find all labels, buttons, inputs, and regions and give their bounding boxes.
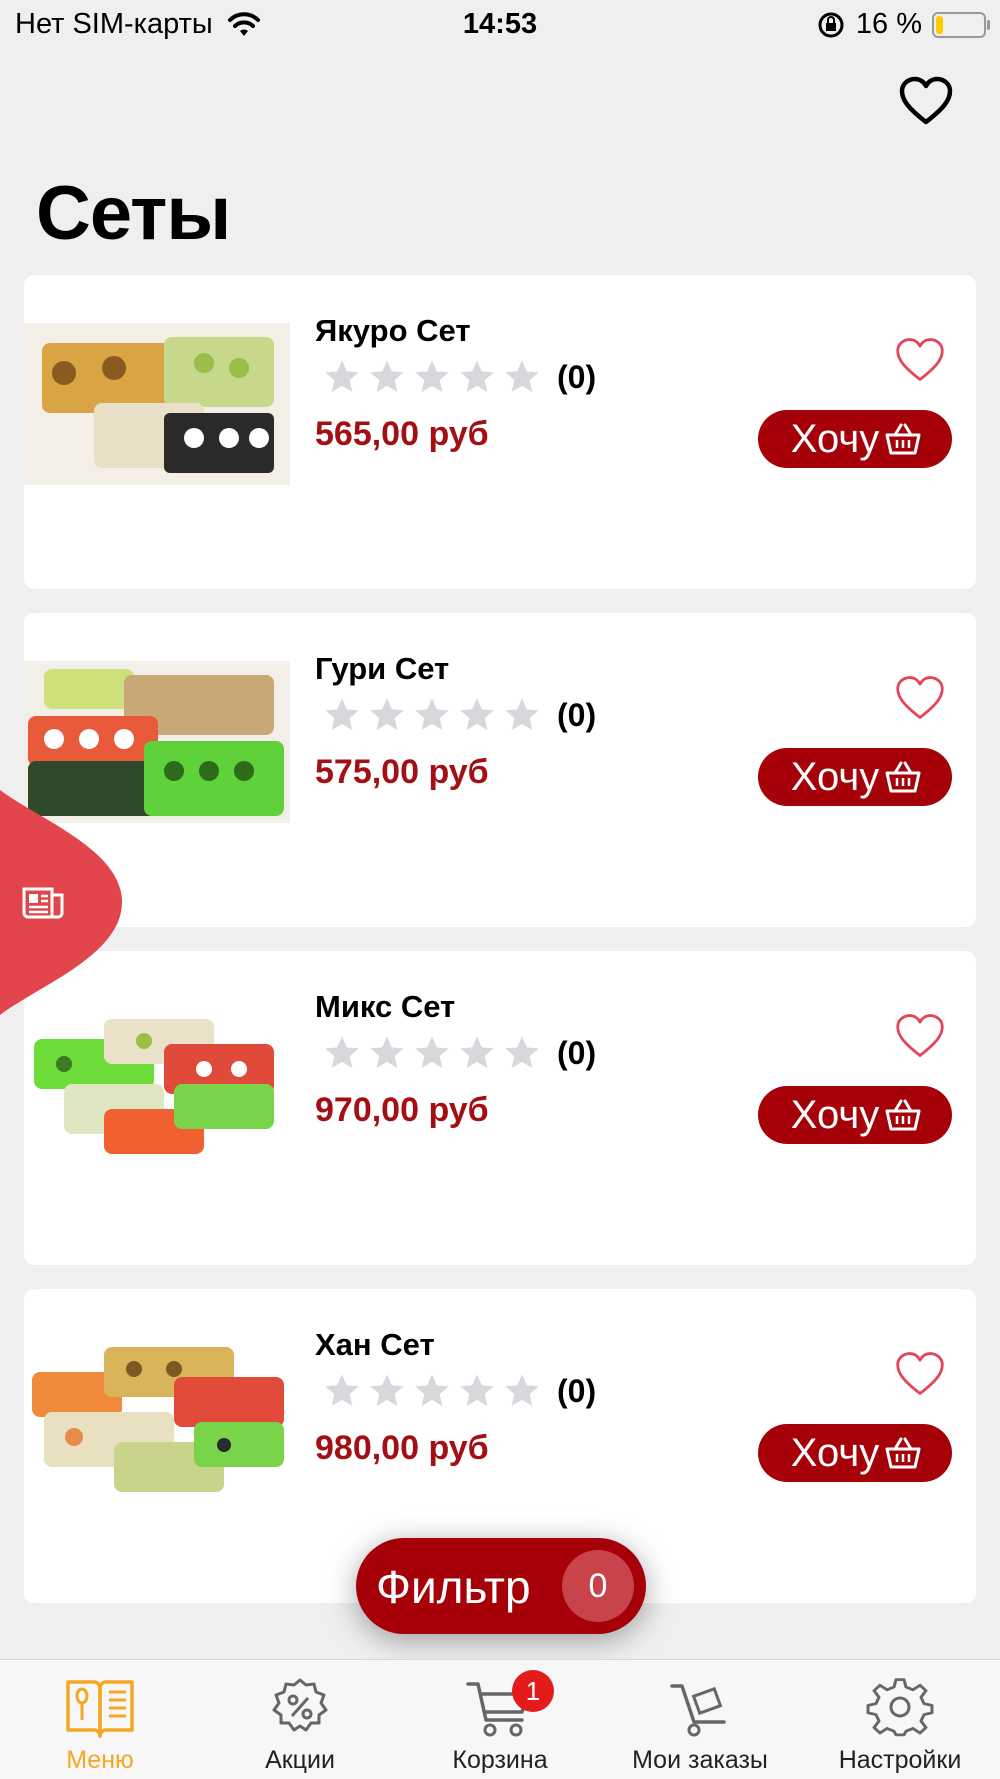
tab-menu[interactable]: Меню bbox=[0, 1660, 200, 1779]
discount-gear-icon bbox=[272, 1678, 328, 1732]
tab-cart-label: Корзина bbox=[452, 1746, 548, 1774]
add-to-cart-label: Хочу bbox=[790, 416, 880, 461]
basket-icon bbox=[885, 1099, 921, 1131]
tab-bar: Меню Акции 1 Корзина Мои заказы Настройк… bbox=[0, 1659, 1000, 1779]
favorites-heart-icon[interactable] bbox=[898, 76, 954, 126]
status-bar: Нет SIM-карты 14:53 16 % bbox=[0, 0, 1000, 52]
heart-icon[interactable] bbox=[894, 674, 946, 722]
product-image[interactable] bbox=[24, 999, 290, 1161]
product-name[interactable]: Якуро Сет bbox=[315, 313, 471, 349]
rating-stars[interactable]: (0) bbox=[322, 695, 596, 735]
basket-icon bbox=[885, 1437, 921, 1469]
product-card[interactable]: Микс Сет (0) 970,00 руб Хочу bbox=[24, 951, 976, 1265]
star-icon[interactable] bbox=[322, 357, 362, 397]
star-icon[interactable] bbox=[502, 1033, 542, 1073]
add-to-cart-button[interactable]: Хочу bbox=[758, 1424, 952, 1482]
star-icon[interactable] bbox=[322, 1371, 362, 1411]
star-icon[interactable] bbox=[367, 1371, 407, 1411]
add-to-cart-label: Хочу bbox=[790, 754, 880, 799]
basket-icon bbox=[885, 761, 921, 793]
product-name[interactable]: Гури Сет bbox=[315, 651, 449, 687]
product-price: 970,00 руб bbox=[315, 1091, 489, 1129]
rating-stars[interactable]: (0) bbox=[322, 357, 596, 397]
product-name[interactable]: Микс Сет bbox=[315, 989, 455, 1025]
heart-icon[interactable] bbox=[894, 1350, 946, 1398]
star-icon[interactable] bbox=[367, 1033, 407, 1073]
star-icon[interactable] bbox=[322, 1033, 362, 1073]
cart-badge: 1 bbox=[512, 1670, 554, 1712]
star-icon[interactable] bbox=[457, 1371, 497, 1411]
tab-my-orders[interactable]: Мои заказы bbox=[600, 1660, 800, 1779]
rating-stars[interactable]: (0) bbox=[322, 1371, 596, 1411]
product-name[interactable]: Хан Сет bbox=[315, 1327, 435, 1363]
tab-settings-label: Настройки bbox=[838, 1746, 962, 1774]
battery-level bbox=[936, 15, 943, 34]
star-icon[interactable] bbox=[367, 357, 407, 397]
star-icon[interactable] bbox=[502, 1371, 542, 1411]
star-icon[interactable] bbox=[412, 1033, 452, 1073]
tab-my-orders-label: Мои заказы bbox=[632, 1746, 768, 1774]
star-icon[interactable] bbox=[412, 1371, 452, 1411]
star-icon[interactable] bbox=[412, 357, 452, 397]
tab-promotions[interactable]: Акции bbox=[200, 1660, 400, 1779]
star-icon[interactable] bbox=[367, 695, 407, 735]
product-price: 575,00 руб bbox=[315, 753, 489, 791]
status-right: 16 % bbox=[816, 8, 990, 41]
battery-icon bbox=[932, 11, 990, 38]
add-to-cart-label: Хочу bbox=[790, 1092, 880, 1137]
product-price: 565,00 руб bbox=[315, 415, 489, 453]
star-icon[interactable] bbox=[502, 695, 542, 735]
star-icon[interactable] bbox=[322, 695, 362, 735]
rating-stars[interactable]: (0) bbox=[322, 1033, 596, 1073]
delivery-cart-icon bbox=[670, 1684, 726, 1737]
star-icon[interactable] bbox=[457, 695, 497, 735]
orientation-lock-icon bbox=[818, 12, 844, 37]
tab-promotions-label: Акции bbox=[265, 1746, 335, 1774]
heart-icon[interactable] bbox=[894, 336, 946, 384]
filter-label: Фильтр bbox=[376, 1561, 531, 1613]
page-title: Сеты bbox=[36, 171, 231, 256]
star-icon[interactable] bbox=[457, 357, 497, 397]
rating-count: (0) bbox=[557, 696, 597, 733]
filter-button[interactable]: Фильтр 0 bbox=[356, 1538, 646, 1634]
product-image[interactable] bbox=[24, 323, 290, 485]
product-card[interactable]: Якуро Сет (0) 565,00 руб Хочу bbox=[24, 275, 976, 589]
product-image[interactable] bbox=[24, 1337, 290, 1499]
add-to-cart-button[interactable]: Хочу bbox=[758, 748, 952, 806]
battery-percent: 16 % bbox=[855, 8, 922, 40]
add-to-cart-label: Хочу bbox=[790, 1430, 880, 1475]
tab-settings[interactable]: Настройки bbox=[800, 1660, 1000, 1779]
tab-menu-label: Меню bbox=[66, 1746, 134, 1774]
rating-count: (0) bbox=[557, 1372, 597, 1409]
side-menu-tab[interactable] bbox=[0, 790, 122, 1015]
add-to-cart-button[interactable]: Хочу bbox=[758, 410, 952, 468]
filter-count-badge: 0 bbox=[562, 1550, 634, 1622]
basket-icon bbox=[885, 423, 921, 455]
tab-cart[interactable]: 1 Корзина bbox=[400, 1660, 600, 1779]
star-icon[interactable] bbox=[502, 357, 542, 397]
product-card[interactable]: Гури Сет (0) 575,00 руб Хочу bbox=[24, 613, 976, 927]
star-icon[interactable] bbox=[457, 1033, 497, 1073]
settings-gear-icon bbox=[866, 1678, 934, 1737]
star-icon[interactable] bbox=[412, 695, 452, 735]
rating-count: (0) bbox=[557, 1034, 597, 1071]
rating-count: (0) bbox=[557, 358, 597, 395]
add-to-cart-button[interactable]: Хочу bbox=[758, 1086, 952, 1144]
menu-book-icon bbox=[66, 1680, 134, 1738]
product-price: 980,00 руб bbox=[315, 1429, 489, 1467]
heart-icon[interactable] bbox=[894, 1012, 946, 1060]
product-list: Якуро Сет (0) 565,00 руб Хочу Гури Сет (… bbox=[24, 275, 976, 1627]
